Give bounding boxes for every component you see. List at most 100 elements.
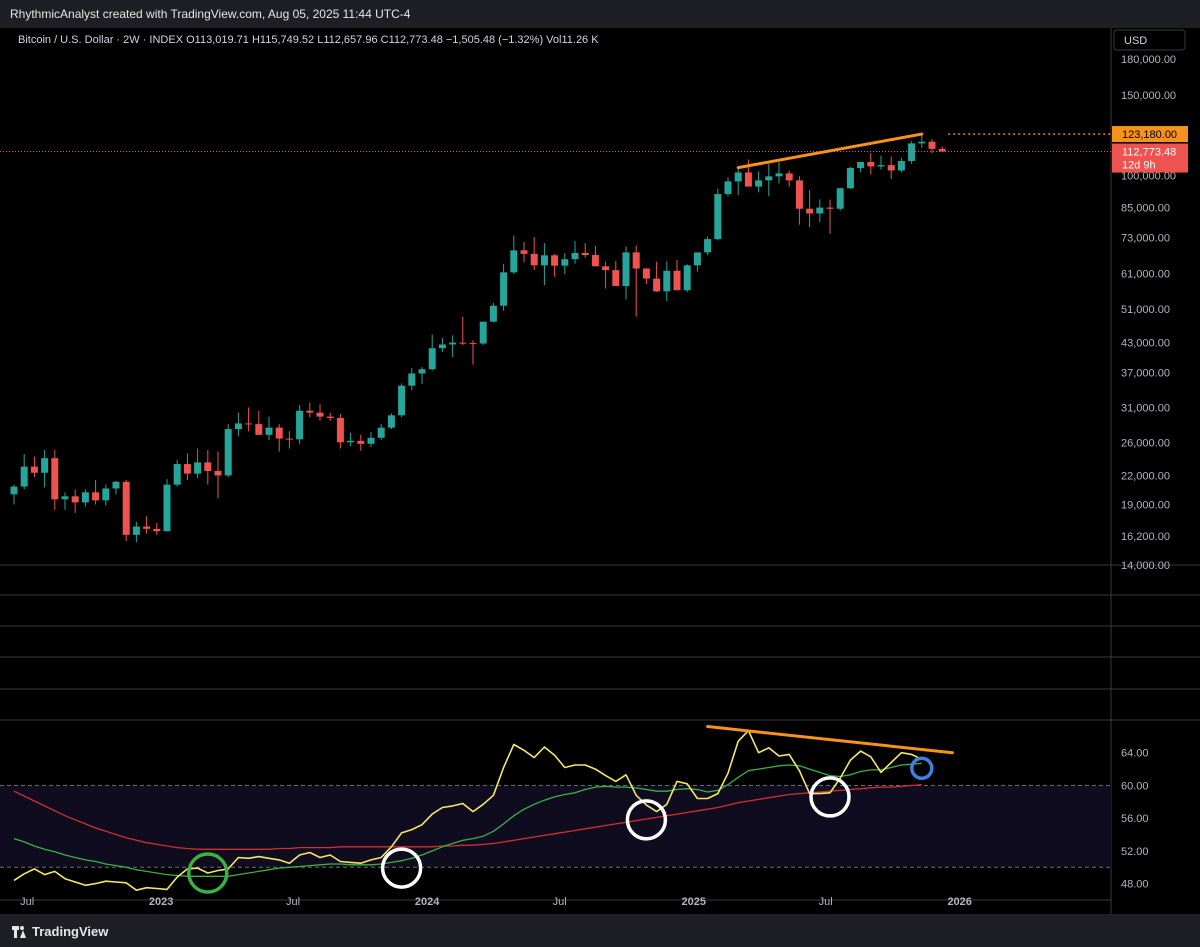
price-tick-label: 22,000.00 (1121, 470, 1170, 482)
candle (724, 181, 732, 195)
candle (836, 188, 844, 209)
candle (102, 488, 110, 501)
candle (112, 481, 120, 489)
candle (296, 410, 304, 440)
candle (816, 207, 824, 214)
time-tick-label: 2026 (947, 896, 971, 908)
candle (877, 165, 885, 167)
price-tick-label: 26,000.00 (1121, 437, 1170, 449)
candle (163, 484, 171, 532)
candle (530, 253, 538, 266)
candle (459, 342, 467, 344)
candle (326, 416, 334, 418)
candle (908, 143, 916, 162)
candle (581, 252, 589, 256)
candle (663, 270, 671, 292)
price-tick-label: 51,000.00 (1121, 304, 1170, 316)
price-tick-label: 150,000.00 (1121, 90, 1176, 102)
candle (591, 255, 599, 267)
candle (61, 496, 69, 500)
candle (806, 208, 814, 214)
candle (41, 458, 49, 473)
candle (132, 526, 140, 535)
candle (275, 427, 283, 439)
rsi-tick-label: 64.00 (1121, 748, 1149, 760)
candle (306, 410, 314, 413)
candle (551, 255, 559, 266)
candle (285, 438, 293, 440)
candle (245, 423, 253, 425)
ohlc-legend: Bitcoin / U.S. Dollar · 2W · INDEX O113,… (18, 34, 599, 46)
tradingview-logo-icon (12, 925, 26, 938)
candle (826, 207, 834, 209)
candle (387, 415, 395, 428)
price-tick-label: 180,000.00 (1121, 54, 1176, 66)
price-tick-label: 73,000.00 (1121, 233, 1170, 245)
price-tick-label: 14,000.00 (1121, 560, 1170, 572)
candle (602, 266, 610, 271)
candle (316, 412, 324, 417)
candle (418, 369, 426, 374)
time-tick-label: 2024 (415, 896, 440, 908)
candle (489, 305, 497, 322)
rsi-tick-label: 60.00 (1121, 780, 1149, 792)
candle (367, 437, 375, 444)
candle (122, 481, 130, 535)
candle (153, 528, 161, 532)
candle (887, 165, 895, 171)
tradingview-label: TradingView (32, 924, 109, 939)
candle (408, 373, 416, 386)
time-tick-label: Jul (553, 896, 567, 908)
price-tick-label: 31,000.00 (1121, 402, 1170, 414)
candle (653, 278, 661, 292)
candle (20, 466, 28, 487)
candle (51, 458, 59, 500)
candle (183, 464, 191, 474)
candle (744, 172, 752, 187)
tradingview-logo[interactable]: TradingView (12, 924, 108, 939)
last-price-label: 112,773.48 (1122, 147, 1176, 159)
candle (612, 270, 620, 287)
candle (704, 239, 712, 253)
rsi-tick-label: 48.00 (1121, 879, 1149, 891)
candle (255, 424, 263, 435)
candle (438, 344, 446, 349)
candle (10, 486, 18, 495)
candle (510, 250, 518, 273)
candle (479, 321, 487, 344)
candle (143, 526, 151, 529)
candle (765, 176, 773, 181)
author-caption: RhythmicAnalyst created with TradingView… (10, 7, 411, 21)
candle (846, 167, 854, 189)
bar-countdown-label: 12d 9h (1122, 160, 1156, 172)
rsi-tick-label: 52.00 (1121, 846, 1149, 858)
candle (897, 161, 905, 171)
candle (30, 466, 38, 473)
candle (755, 180, 763, 187)
candle (673, 270, 681, 291)
chart-header: RhythmicAnalyst created with TradingView… (0, 0, 1200, 28)
price-tick-label: 85,000.00 (1121, 203, 1170, 215)
candle (632, 252, 640, 269)
price-tick-label: 19,000.00 (1121, 499, 1170, 511)
candle (449, 342, 457, 345)
candle (336, 417, 344, 443)
candle (734, 172, 742, 182)
candle (867, 161, 875, 167)
btc-chart[interactable]: Bitcoin / U.S. Dollar · 2W · INDEX O113,… (0, 28, 1200, 914)
candle (194, 462, 202, 474)
candle (214, 470, 222, 476)
time-tick-label: 2025 (682, 896, 706, 908)
candle (500, 272, 508, 306)
price-tick-label: 37,000.00 (1121, 367, 1170, 379)
price-tick-label: 61,000.00 (1121, 268, 1170, 280)
candle (683, 265, 691, 291)
candle (714, 194, 722, 240)
candle (469, 343, 477, 345)
candle (928, 141, 936, 149)
candle (265, 427, 273, 435)
currency-button[interactable]: USD (1124, 35, 1147, 47)
time-tick-label: Jul (20, 896, 34, 908)
candle (693, 252, 701, 266)
candle (81, 492, 89, 503)
